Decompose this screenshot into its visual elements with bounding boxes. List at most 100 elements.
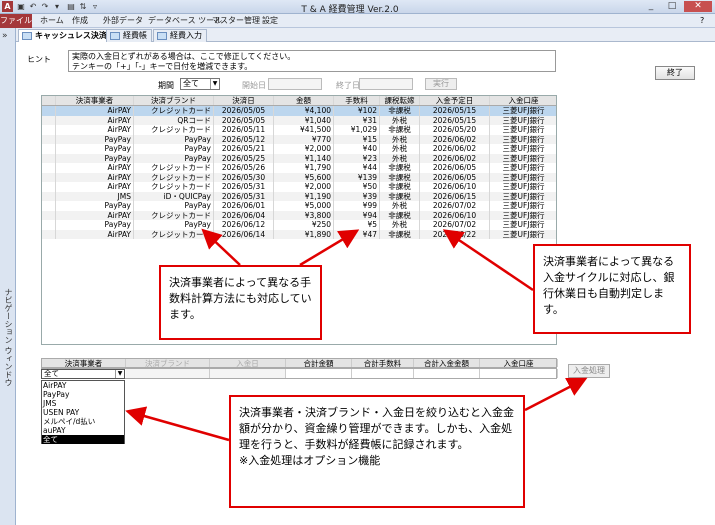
table-cell[interactable]: クレジットカード xyxy=(134,163,214,173)
row-selector[interactable] xyxy=(42,163,56,173)
row-selector[interactable] xyxy=(42,125,56,135)
deposit-date-filter[interactable] xyxy=(210,369,286,378)
table-cell[interactable]: 非課税 xyxy=(380,191,420,201)
doctab-expense-book[interactable]: 経費帳 xyxy=(106,29,152,42)
table-cell[interactable]: 外税 xyxy=(380,144,420,154)
table-cell[interactable]: 2026/05/15 xyxy=(420,115,490,125)
table-cell[interactable]: PayPay xyxy=(56,220,134,230)
table-row[interactable]: PayPay PayPay 2026/05/12 ¥770 ¥15 外税 2026/06/0… xyxy=(42,134,556,145)
table-cell[interactable]: 2026/06/05 xyxy=(420,172,490,182)
table-cell[interactable]: 外税 xyxy=(380,201,420,211)
tab-home[interactable]: ホーム xyxy=(40,14,64,28)
deposit-account[interactable] xyxy=(480,369,558,378)
table-cell[interactable]: 外税 xyxy=(380,153,420,163)
table-cell[interactable]: 外税 xyxy=(380,134,420,144)
tab-external-data[interactable]: 外部データ xyxy=(103,14,143,28)
dropdown-option[interactable]: USEN PAY xyxy=(42,408,124,417)
table-cell[interactable]: ¥47 xyxy=(334,229,380,239)
row-selector[interactable] xyxy=(42,144,56,154)
table-cell[interactable]: PayPay xyxy=(134,153,214,163)
table-cell[interactable]: クレジットカード xyxy=(134,106,214,116)
table-cell[interactable]: AirPAY xyxy=(56,210,134,220)
table-cell[interactable]: AirPAY xyxy=(56,182,134,192)
table-cell[interactable]: ¥1,190 xyxy=(274,191,334,201)
table-cell[interactable]: 三菱UFJ銀行 xyxy=(490,154,556,164)
table-row[interactable]: AirPAY クレジットカード 2026/05/26 ¥1,790 ¥44 非課税 2026… xyxy=(42,163,556,173)
tab-master[interactable]: マスター管理 xyxy=(212,14,260,28)
brand-filter[interactable] xyxy=(126,369,210,378)
table-row[interactable]: AirPAY クレジットカード 2026/06/04 ¥3,800 ¥94 非課税 2026… xyxy=(42,210,556,220)
table-cell[interactable]: ¥15 xyxy=(334,134,380,144)
navigation-pane[interactable]: » ナビゲーション ウィンドウ xyxy=(0,28,16,525)
dropdown-option[interactable]: JMS xyxy=(42,399,124,408)
table-cell[interactable]: PayPay xyxy=(56,144,134,154)
table-cell[interactable]: クレジットカード xyxy=(134,210,214,220)
form-view-icon[interactable]: ▤ xyxy=(66,2,76,12)
table-cell[interactable]: 2026/05/21 xyxy=(214,144,274,154)
table-cell[interactable]: JMS xyxy=(56,191,134,201)
row-selector[interactable] xyxy=(42,106,56,116)
table-row[interactable]: PayPay PayPay 2026/06/12 ¥250 ¥5 外税 2026/07/02… xyxy=(42,220,556,230)
table-cell[interactable]: PayPay xyxy=(134,144,214,154)
table-cell[interactable]: 三菱UFJ銀行 xyxy=(490,173,556,183)
undo-icon[interactable]: ↶ xyxy=(28,2,38,12)
table-cell[interactable]: 2026/07/02 xyxy=(420,220,490,230)
row-selector[interactable] xyxy=(42,229,56,239)
deposit-process-button[interactable]: 入金処理 xyxy=(568,364,610,378)
table-cell[interactable]: 2026/05/30 xyxy=(214,172,274,182)
table-cell[interactable]: 三菱UFJ銀行 xyxy=(490,135,556,145)
table-cell[interactable]: AirPAY xyxy=(56,115,134,125)
table-cell[interactable]: 2026/06/02 xyxy=(420,134,490,144)
table-cell[interactable]: AirPAY xyxy=(56,163,134,173)
table-cell[interactable]: ¥5,000 xyxy=(274,201,334,211)
table-cell[interactable]: 2026/05/11 xyxy=(214,125,274,135)
period-select[interactable]: 全て ▼ xyxy=(180,78,220,90)
table-cell[interactable]: 2026/06/10 xyxy=(420,182,490,192)
table-cell[interactable]: 非課税 xyxy=(380,106,420,116)
table-cell[interactable]: ¥2,000 xyxy=(274,182,334,192)
table-cell[interactable]: 非課税 xyxy=(380,229,420,239)
table-cell[interactable]: 非課税 xyxy=(380,182,420,192)
table-cell[interactable]: ¥3,800 xyxy=(274,210,334,220)
table-row[interactable]: AirPAY クレジットカード 2026/05/05 ¥4,100 ¥102 非課税 202… xyxy=(42,106,556,116)
table-cell[interactable]: 2026/06/02 xyxy=(420,144,490,154)
table-cell[interactable]: 三菱UFJ銀行 xyxy=(490,163,556,173)
table-cell[interactable]: 外税 xyxy=(380,220,420,230)
sort-icon[interactable]: ⇅ xyxy=(78,2,88,12)
table-cell[interactable]: ¥31 xyxy=(334,115,380,125)
col-header[interactable]: 金額 xyxy=(274,96,334,105)
row-selector[interactable] xyxy=(42,115,56,125)
table-cell[interactable]: PayPay xyxy=(56,201,134,211)
table-cell[interactable]: 三菱UFJ銀行 xyxy=(490,201,556,211)
table-cell[interactable]: 2026/07/02 xyxy=(420,201,490,211)
table-cell[interactable]: 2026/05/05 xyxy=(214,106,274,116)
provider-dropdown[interactable]: AirPAY PayPay JMS USEN PAY メルペイ/d払い auPA… xyxy=(41,380,125,444)
tab-create[interactable]: 作成 xyxy=(72,14,88,28)
table-cell[interactable]: 2026/05/31 xyxy=(214,182,274,192)
end-date-input[interactable] xyxy=(359,78,413,90)
table-cell[interactable]: ¥102 xyxy=(334,106,380,116)
window-close-button[interactable]: ✕ xyxy=(684,1,712,12)
table-row[interactable]: PayPay PayPay 2026/05/25 ¥1,140 ¥23 外税 2026/06… xyxy=(42,153,556,164)
table-cell[interactable]: PayPay xyxy=(134,220,214,230)
table-cell[interactable]: 2026/06/12 xyxy=(214,220,274,230)
table-row[interactable]: AirPAY クレジットカード 2026/05/30 ¥5,600 ¥139 非課税 202… xyxy=(42,172,556,183)
minimize-button[interactable]: _ xyxy=(641,1,661,12)
row-selector[interactable] xyxy=(42,210,56,220)
table-cell[interactable]: ¥40 xyxy=(334,144,380,154)
table-cell[interactable]: ¥5,600 xyxy=(274,172,334,182)
exit-button[interactable]: 終了 xyxy=(655,66,695,80)
table-cell[interactable]: クレジットカード xyxy=(134,172,214,182)
table-cell[interactable]: AirPAY xyxy=(56,106,134,116)
table-row[interactable]: AirPAY QRコード 2026/05/05 ¥1,040 ¥31 外税 2026/05/… xyxy=(42,115,556,125)
table-cell[interactable]: ¥1,890 xyxy=(274,229,334,239)
run-button[interactable]: 実行 xyxy=(425,78,457,90)
table-cell[interactable]: ¥250 xyxy=(274,220,334,230)
table-cell[interactable]: ¥39 xyxy=(334,191,380,201)
row-selector[interactable] xyxy=(42,220,56,230)
col-header[interactable]: 決済日 xyxy=(214,96,274,105)
table-cell[interactable]: ¥4,100 xyxy=(274,106,334,116)
table-cell[interactable]: ¥1,040 xyxy=(274,115,334,125)
table-cell[interactable]: 2026/05/05 xyxy=(214,115,274,125)
col-header[interactable]: 課税転嫁 xyxy=(380,96,420,105)
